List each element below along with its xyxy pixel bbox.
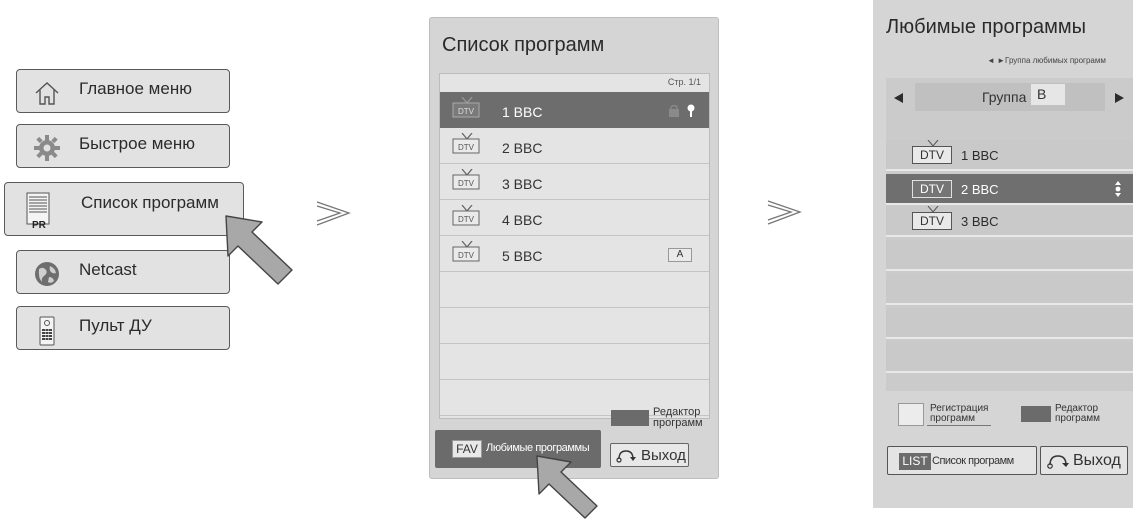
pointer-cursor-icon xyxy=(536,455,598,519)
empty-row xyxy=(886,342,1133,373)
editor-label-line2: программ xyxy=(1055,413,1101,424)
channel-type-badge: DTV xyxy=(912,146,952,164)
register-label-line2: программ xyxy=(930,413,976,424)
fav-key-badge: FAV xyxy=(452,440,482,458)
empty-row xyxy=(886,308,1133,339)
channel-row[interactable]: DTV 1 BBC xyxy=(440,92,709,128)
group-label: Группа xyxy=(982,89,1027,105)
channel-type: DTV xyxy=(458,215,475,224)
favorite-channel-row[interactable]: DTV 3 BBC xyxy=(886,206,1133,237)
channel-type: DTV xyxy=(458,107,475,116)
menu-label-home: Главное меню xyxy=(79,79,192,98)
channel-row[interactable]: DTV 4 BBC xyxy=(440,200,709,236)
channel-tag-badge: A xyxy=(668,248,692,262)
back-arrow-icon xyxy=(1047,455,1069,469)
channel-name: 5 BBC xyxy=(502,248,543,264)
empty-row xyxy=(440,308,709,344)
favorite-channel-row[interactable]: DTV 1 BBC xyxy=(886,140,1133,171)
register-label: Регистрация программ xyxy=(927,404,992,426)
exit-button[interactable]: Выход xyxy=(610,443,689,467)
channel-type-badge: DTV xyxy=(912,180,952,198)
menu-item-home[interactable]: Главное меню xyxy=(16,69,230,113)
exit-label: Выход xyxy=(641,447,686,464)
dtv-tv-icon: DTV xyxy=(452,133,480,154)
remote-control-icon xyxy=(39,316,55,346)
group-hint: ◄ ►Группа любимых программ xyxy=(987,56,1106,65)
right-arrow-icon[interactable] xyxy=(1114,93,1124,103)
favorites-list: Группа B DTV 1 BBC DTV 2 BBC DTV 3 BBC xyxy=(886,78,1133,391)
channel-row[interactable]: DTV 2 BBC xyxy=(440,128,709,164)
pr-badge: PR xyxy=(32,220,46,231)
next-step-arrow-icon xyxy=(767,200,802,225)
pointer-cursor-icon xyxy=(225,215,293,285)
empty-row xyxy=(886,240,1133,271)
menu-item-program-list[interactable]: PR Список программ xyxy=(4,182,244,236)
channel-type: DTV xyxy=(458,251,475,260)
channel-name: 3 BBC xyxy=(502,176,543,192)
channel-type-badge: DTV xyxy=(912,212,952,230)
group-selector[interactable]: Группа B xyxy=(886,78,1133,116)
editor-label-line2: программ xyxy=(653,417,703,429)
dtv-tv-icon: DTV xyxy=(452,205,480,226)
editor-color-key[interactable] xyxy=(611,410,649,426)
empty-row xyxy=(440,344,709,380)
exit-label: Выход xyxy=(1073,452,1121,469)
channel-name: 1 BBC xyxy=(961,148,999,163)
register-color-key[interactable] xyxy=(898,403,924,426)
empty-row xyxy=(886,274,1133,305)
channel-name: 2 BBC xyxy=(502,140,543,156)
list-key-badge: LIST xyxy=(899,453,931,470)
program-list-panel: Список программ Стр. 1/1 DTV 1 BBC DTV 2… xyxy=(429,17,719,479)
antenna-icon xyxy=(927,140,939,147)
channel-list: Стр. 1/1 DTV 1 BBC DTV 2 BBC DTV 3 BBC D… xyxy=(439,73,710,419)
channel-name: 1 BBC xyxy=(502,104,543,120)
editor-label: Редактор программ xyxy=(653,407,703,429)
home-icon xyxy=(35,82,59,105)
menu-item-quick[interactable]: Быстрое меню xyxy=(16,124,230,168)
exit-button[interactable]: Выход xyxy=(1040,446,1128,475)
left-arrow-icon[interactable] xyxy=(894,93,904,103)
menu-label-remote: Пульт ДУ xyxy=(79,316,152,335)
menu-item-netcast[interactable]: Netcast xyxy=(16,250,230,294)
favorites-panel: Любимые программы ◄ ►Группа любимых прог… xyxy=(873,0,1133,508)
program-list-label: Список программ xyxy=(932,455,1014,467)
group-value: B xyxy=(1031,84,1065,105)
back-arrow-icon xyxy=(616,450,636,463)
channel-name: 2 BBC xyxy=(961,182,999,197)
next-step-arrow-icon xyxy=(316,201,351,226)
empty-row xyxy=(440,272,709,308)
dtv-tv-icon: DTV xyxy=(452,97,480,118)
menu-label-program-list: Список программ xyxy=(81,193,219,212)
editor-label: Редактор программ xyxy=(1055,404,1100,424)
favorite-marker-icon xyxy=(687,104,695,117)
menu-label-netcast: Netcast xyxy=(79,260,137,279)
program-list-button[interactable]: LIST Список программ xyxy=(887,446,1037,475)
channel-row[interactable]: DTV 5 BBC A xyxy=(440,236,709,272)
favorite-channel-row[interactable]: DTV 2 BBC xyxy=(886,174,1133,205)
channel-type: DTV xyxy=(458,143,475,152)
globe-icon xyxy=(35,262,59,286)
channel-name: 4 BBC xyxy=(502,212,543,228)
panel-title: Любимые программы xyxy=(886,16,1087,38)
menu-label-quick: Быстрое меню xyxy=(79,134,196,153)
lock-icon xyxy=(669,104,679,117)
page-indicator: Стр. 1/1 xyxy=(667,77,701,87)
channel-name: 3 BBC xyxy=(961,214,999,229)
channel-row[interactable]: DTV 3 BBC xyxy=(440,164,709,200)
panel-title: Список программ xyxy=(442,34,605,56)
gear-icon xyxy=(34,135,60,161)
menu-item-remote[interactable]: Пульт ДУ xyxy=(16,306,230,350)
dtv-tv-icon: DTV xyxy=(452,169,480,190)
dtv-tv-icon: DTV xyxy=(452,241,480,262)
editor-color-key[interactable] xyxy=(1021,406,1051,422)
antenna-icon xyxy=(927,206,939,213)
channel-type: DTV xyxy=(458,179,475,188)
move-updown-icon[interactable] xyxy=(1114,181,1122,197)
